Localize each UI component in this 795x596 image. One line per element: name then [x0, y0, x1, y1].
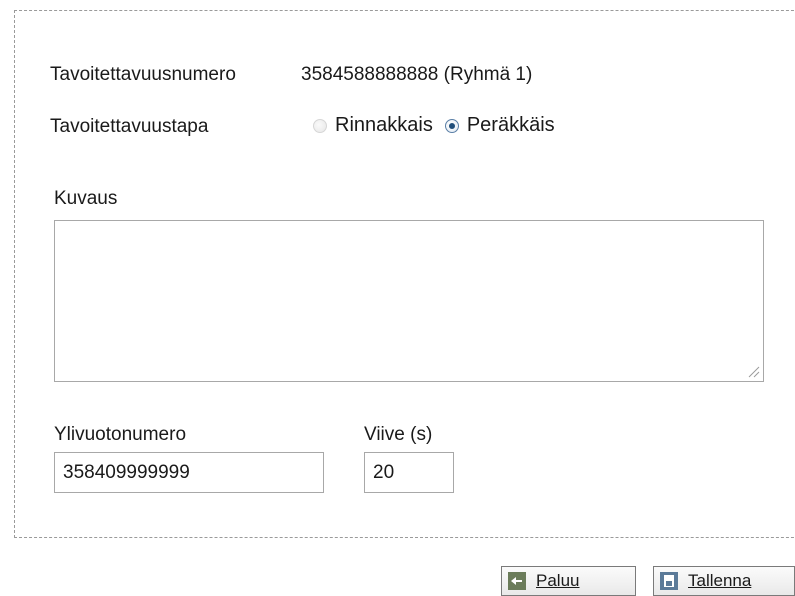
save-disk-icon	[660, 572, 678, 590]
description-label: Kuvaus	[54, 188, 118, 209]
rinnakkais-radio-label: Rinnakkais	[335, 114, 433, 136]
reach-number-label: Tavoitettavuusnumero	[50, 64, 236, 85]
perakkais-radio[interactable]	[444, 118, 459, 133]
save-button[interactable]: Tallenna	[653, 566, 795, 596]
rinnakkais-radio[interactable]	[313, 118, 327, 133]
save-button-label: Tallenna	[688, 571, 752, 590]
delay-input[interactable]	[364, 452, 454, 493]
back-arrow-icon	[508, 572, 526, 590]
description-textarea[interactable]	[54, 220, 764, 382]
overflow-number-input[interactable]	[54, 452, 324, 493]
back-button-label: Paluu	[536, 571, 580, 590]
reach-mode-radio-group: Rinnakkais Peräkkäis	[313, 114, 567, 137]
back-button[interactable]: Paluu	[501, 566, 636, 596]
reach-number-value: 3584588888888 (Ryhmä 1)	[301, 64, 533, 85]
reach-mode-label: Tavoitettavuustapa	[50, 116, 209, 137]
delay-label: Viive (s)	[364, 424, 433, 445]
perakkais-radio-label: Peräkkäis	[466, 114, 555, 136]
resize-grip-icon[interactable]	[746, 364, 760, 378]
overflow-number-label: Ylivuotonumero	[54, 424, 187, 445]
